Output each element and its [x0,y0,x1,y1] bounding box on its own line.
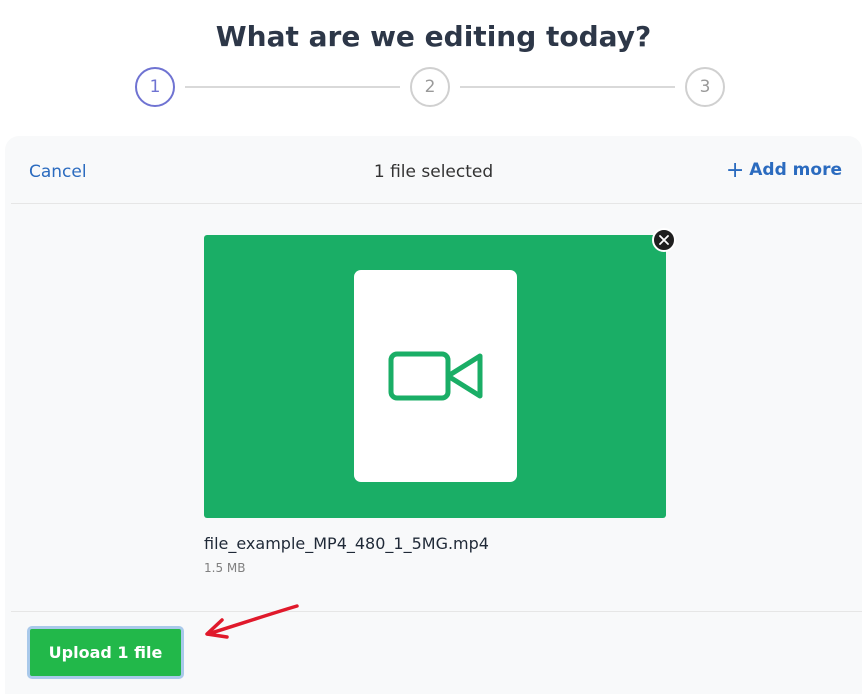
add-more-button[interactable]: + Add more [725,157,842,183]
file-document [354,270,517,482]
file-thumbnail [204,228,676,518]
stepper-line [185,86,400,88]
panel-header: Cancel 1 file selected + Add more [5,136,862,204]
stepper-line [460,86,675,88]
step-3: 3 [685,67,725,107]
remove-file-button[interactable] [652,228,676,252]
file-size: 1.5 MB [204,561,246,575]
annotation-arrow-icon [205,604,299,639]
file-card: file_example_MP4_480_1_5MG.mp4 1.5 MB [204,228,676,575]
stepper: 1 2 3 [135,67,725,107]
plus-icon: + [725,157,745,183]
step-2: 2 [410,67,450,107]
divider [11,611,862,612]
file-name: file_example_MP4_480_1_5MG.mp4 [204,534,489,553]
step-1: 1 [135,67,175,107]
add-more-label: Add more [749,160,842,180]
upload-panel: Cancel 1 file selected + Add more file_e… [5,136,862,694]
video-camera-icon [388,351,482,401]
page-title: What are we editing today? [215,20,652,53]
divider [11,203,862,204]
close-icon [659,235,669,245]
upload-button[interactable]: Upload 1 file [27,626,184,679]
